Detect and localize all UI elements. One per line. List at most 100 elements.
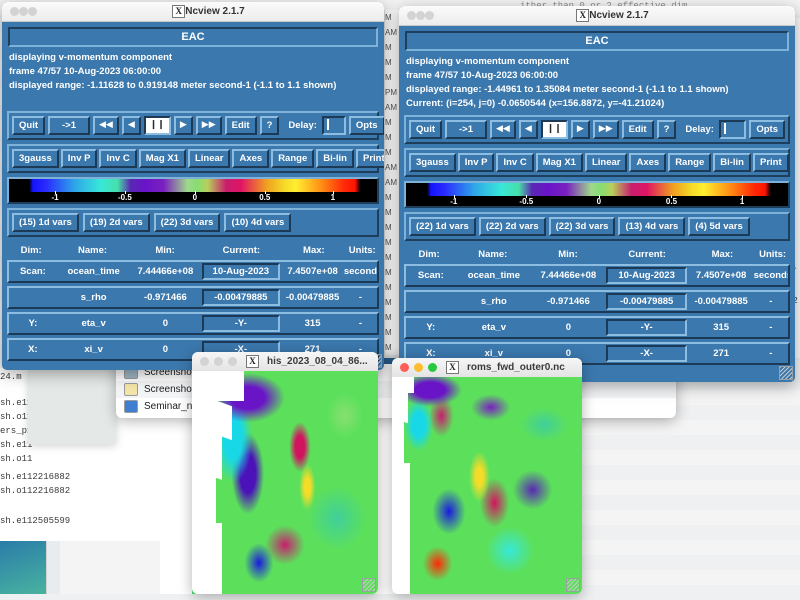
reset-to-one-button[interactable]: ->1 — [48, 116, 90, 135]
dim-vars-button[interactable]: (4) 5d vars — [688, 217, 750, 236]
option-button-inv-c[interactable]: Inv C — [99, 149, 136, 168]
edit-button[interactable]: Edit — [622, 120, 654, 139]
help-button[interactable]: ? — [657, 120, 677, 139]
colorbar-tick-label: 1 — [740, 197, 744, 206]
row-current-value[interactable]: -0.00479885 — [606, 293, 687, 310]
play-button[interactable]: ▶ — [174, 116, 193, 135]
reset-to-one-button[interactable]: ->1 — [445, 120, 487, 139]
option-button-linear[interactable]: Linear — [188, 149, 231, 168]
row-current-value[interactable]: -0.00479885 — [202, 289, 280, 306]
close-button[interactable] — [10, 7, 19, 16]
close-button[interactable] — [400, 363, 409, 372]
resize-handle[interactable] — [362, 578, 376, 592]
row-current-value[interactable]: 10-Aug-2023 — [202, 263, 280, 280]
ncview-left-info-1: frame 47/57 10-Aug-2023 06:00:00 — [7, 65, 379, 79]
zoom-button[interactable] — [228, 357, 237, 366]
plot-left-canvas[interactable] — [192, 371, 378, 594]
option-button-axes[interactable]: Axes — [629, 153, 666, 172]
dim-vars-button[interactable]: (13) 4d vars — [618, 217, 685, 236]
option-button-bi-lin[interactable]: Bi-lin — [713, 153, 751, 172]
pause-button[interactable]: ❙❙ — [541, 120, 568, 139]
table-header-current: Current: — [200, 245, 282, 256]
terminal-line: sh.o112216882 — [0, 486, 70, 496]
option-button-inv-p[interactable]: Inv P — [458, 153, 495, 172]
dim-vars-button[interactable]: (19) 2d vars — [83, 213, 150, 232]
table-row[interactable]: Y:eta_v0-Y-315- — [7, 312, 379, 335]
rewind-button[interactable]: ◀◀ — [490, 120, 516, 139]
plot-left-titlebar[interactable]: X his_2023_08_04_86... — [192, 352, 378, 372]
row-current-value[interactable]: -Y- — [606, 319, 687, 336]
ncview-right-titlebar[interactable]: X Ncview 2.1.7 — [399, 6, 795, 26]
ncview-left-titlebar[interactable]: X Ncview 2.1.7 — [2, 2, 384, 22]
ncview-window-right[interactable]: X Ncview 2.1.7 EAC displaying v-momentum… — [399, 6, 795, 382]
fast-forward-button[interactable]: ▶▶ — [196, 116, 222, 135]
option-button-print[interactable]: Print — [356, 149, 384, 168]
minimize-button[interactable] — [416, 11, 425, 20]
resize-handle[interactable] — [566, 578, 580, 592]
step-back-button[interactable]: ◀ — [519, 120, 538, 139]
row-current-value[interactable]: 10-Aug-2023 — [606, 267, 687, 284]
terminal-line: 24.m — [0, 372, 22, 382]
zoom-button[interactable] — [428, 363, 437, 372]
minimize-button[interactable] — [19, 7, 28, 16]
close-button[interactable] — [200, 357, 209, 366]
terminal-line: sh.o11 — [0, 454, 32, 464]
fast-forward-button[interactable]: ▶▶ — [593, 120, 619, 139]
delay-input[interactable] — [719, 120, 746, 139]
table-row[interactable]: Scan:ocean_time7.44466e+0810-Aug-20237.4… — [404, 264, 790, 287]
option-button-inv-p[interactable]: Inv P — [61, 149, 98, 168]
close-button[interactable] — [407, 11, 416, 20]
ncview-left-title: Ncview 2.1.7 — [185, 6, 244, 17]
option-button-linear[interactable]: Linear — [585, 153, 628, 172]
row-current-value[interactable]: -Y- — [202, 315, 280, 332]
option-button-axes[interactable]: Axes — [232, 149, 269, 168]
ncview-left-colorbar[interactable]: -1-0.500.51 — [7, 177, 379, 204]
ncview-right-colorbar[interactable]: -1-0.500.51 — [404, 181, 790, 208]
play-button[interactable]: ▶ — [571, 120, 590, 139]
resize-handle[interactable] — [779, 366, 793, 380]
option-button-mag-x1[interactable]: Mag X1 — [536, 153, 583, 172]
row-units: - — [344, 292, 377, 303]
dim-vars-button[interactable]: (22) 3d vars — [549, 217, 616, 236]
dim-vars-button[interactable]: (22) 2d vars — [479, 217, 546, 236]
quit-button[interactable]: Quit — [409, 120, 442, 139]
plot-right-canvas[interactable] — [392, 377, 582, 594]
row-units: seconds sinc — [344, 266, 377, 277]
delay-input[interactable] — [322, 116, 346, 135]
options-button[interactable]: Opts — [749, 120, 785, 139]
row-current-value[interactable]: -X- — [606, 345, 687, 362]
table-row[interactable]: s_rho-0.971466-0.00479885-0.00479885- — [7, 286, 379, 309]
option-button-3gauss[interactable]: 3gauss — [12, 149, 59, 168]
dim-vars-button[interactable]: (15) 1d vars — [12, 213, 79, 232]
minimize-button[interactable] — [214, 357, 223, 366]
minimize-button[interactable] — [414, 363, 423, 372]
zoom-button[interactable] — [425, 11, 434, 20]
dim-vars-button[interactable]: (10) 4d vars — [224, 213, 291, 232]
plot-window-right[interactable]: X roms_fwd_outer0.nc — [392, 358, 582, 594]
table-row[interactable]: s_rho-0.971466-0.00479885-0.00479885- — [404, 290, 790, 313]
options-button[interactable]: Opts — [349, 116, 384, 135]
table-header-row: Dim:Name:Min:Current:Max:Units: — [404, 246, 790, 264]
step-back-button[interactable]: ◀ — [122, 116, 141, 135]
rewind-button[interactable]: ◀◀ — [93, 116, 119, 135]
edit-button[interactable]: Edit — [225, 116, 257, 135]
table-row[interactable]: Y:eta_v0-Y-315- — [404, 316, 790, 339]
plot-right-titlebar[interactable]: X roms_fwd_outer0.nc — [392, 358, 582, 378]
option-button-mag-x1[interactable]: Mag X1 — [139, 149, 186, 168]
zoom-button[interactable] — [28, 7, 37, 16]
option-button-range[interactable]: Range — [271, 149, 314, 168]
plot-window-left[interactable]: X his_2023_08_04_86... — [192, 352, 378, 594]
quit-button[interactable]: Quit — [12, 116, 45, 135]
option-button-bi-lin[interactable]: Bi-lin — [316, 149, 354, 168]
ncview-window-left[interactable]: X Ncview 2.1.7 EAC displaying v-momentum… — [2, 2, 384, 370]
help-button[interactable]: ? — [260, 116, 280, 135]
pause-button[interactable]: ❙❙ — [144, 116, 171, 135]
option-button-range[interactable]: Range — [668, 153, 711, 172]
dim-vars-button[interactable]: (22) 3d vars — [154, 213, 221, 232]
option-button-print[interactable]: Print — [753, 153, 789, 172]
dim-vars-button[interactable]: (22) 1d vars — [409, 217, 476, 236]
option-button-3gauss[interactable]: 3gauss — [409, 153, 456, 172]
option-button-inv-c[interactable]: Inv C — [496, 153, 533, 172]
table-row[interactable]: Scan:ocean_time7.44466e+0810-Aug-20237.4… — [7, 260, 379, 283]
row-name: xi_v — [57, 344, 131, 355]
